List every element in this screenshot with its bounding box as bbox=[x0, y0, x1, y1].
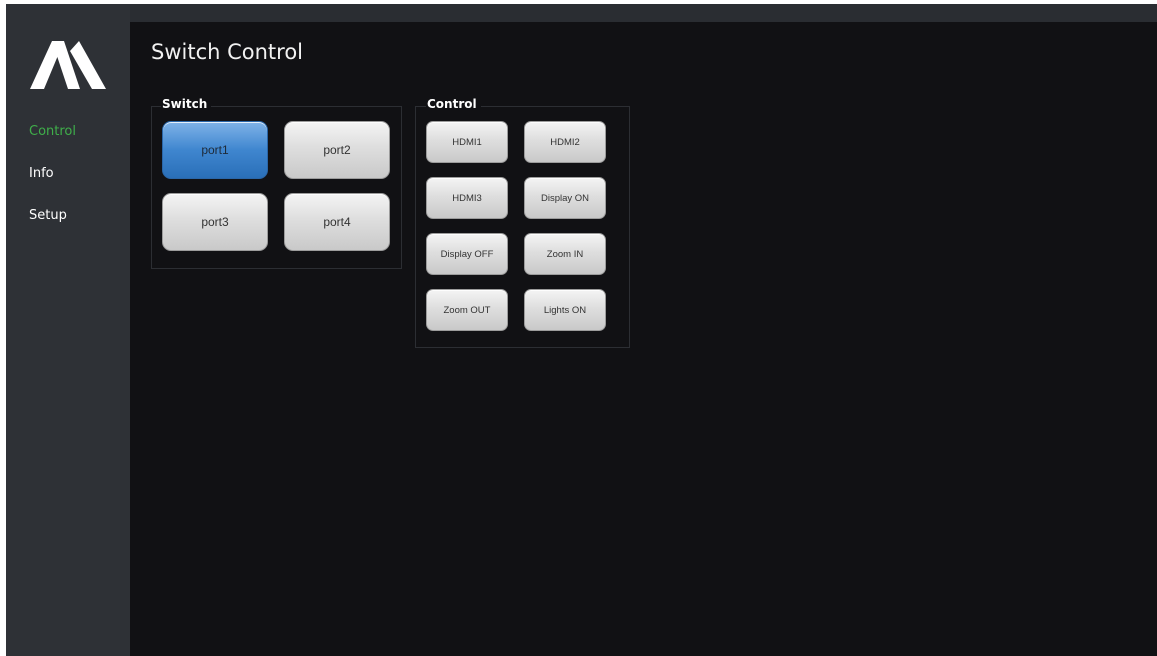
sidebar-item-control[interactable]: Control bbox=[29, 124, 76, 140]
port1-button[interactable]: port1 bbox=[162, 121, 268, 179]
display-off-button[interactable]: Display OFF bbox=[426, 233, 508, 275]
logo-icon bbox=[30, 41, 106, 89]
hdmi2-button[interactable]: HDMI2 bbox=[524, 121, 606, 163]
port3-button[interactable]: port3 bbox=[162, 193, 268, 251]
page-title: Switch Control bbox=[151, 40, 304, 64]
port4-button[interactable]: port4 bbox=[284, 193, 390, 251]
zoom-in-button[interactable]: Zoom IN bbox=[524, 233, 606, 275]
hdmi1-button[interactable]: HDMI1 bbox=[426, 121, 508, 163]
zoom-out-button[interactable]: Zoom OUT bbox=[426, 289, 508, 331]
sidebar-item-setup[interactable]: Setup bbox=[29, 208, 67, 224]
switch-group-label: Switch bbox=[161, 97, 212, 111]
app-window: Control Info Setup Switch Control Switch… bbox=[6, 4, 1157, 656]
control-group-label: Control bbox=[426, 97, 481, 111]
hdmi3-button[interactable]: HDMI3 bbox=[426, 177, 508, 219]
sidebar: Control Info Setup bbox=[6, 4, 130, 656]
display-on-button[interactable]: Display ON bbox=[524, 177, 606, 219]
sidebar-item-info[interactable]: Info bbox=[29, 166, 54, 182]
port2-button[interactable]: port2 bbox=[284, 121, 390, 179]
lights-on-button[interactable]: Lights ON bbox=[524, 289, 606, 331]
main-panel: Switch Control Switch port1 port2 port3 … bbox=[130, 22, 1157, 656]
